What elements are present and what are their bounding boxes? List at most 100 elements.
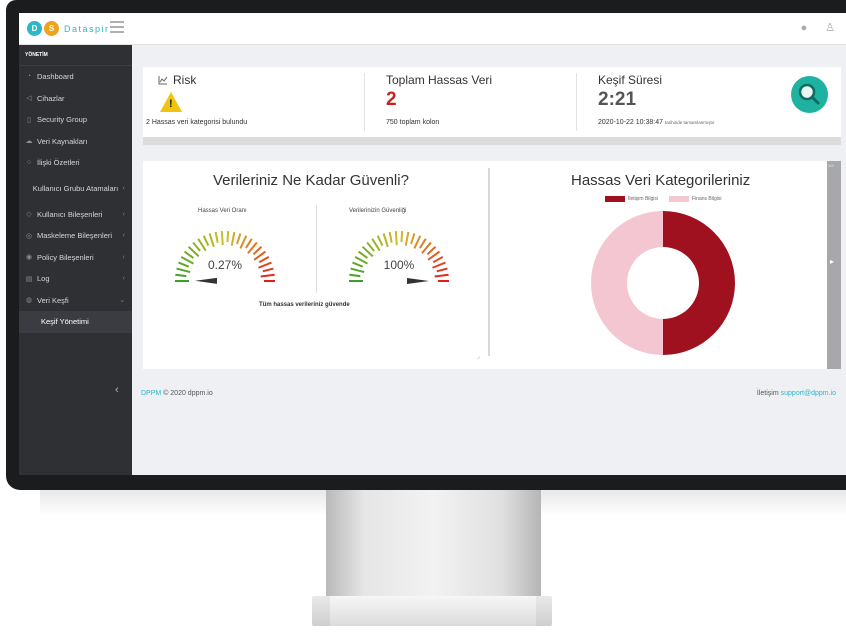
gauge-tick — [258, 256, 270, 264]
sidebar-item-label: İlişki Özetleri — [37, 158, 80, 168]
gauge-tick — [419, 238, 427, 249]
gauge-tick — [258, 261, 272, 269]
gauge-tick — [226, 231, 230, 243]
gauge-tick — [413, 235, 422, 249]
settings-icon[interactable]: ● — [798, 22, 810, 34]
gauge-tick — [208, 233, 215, 248]
gauge-tick — [376, 235, 384, 247]
gauge-tick — [262, 267, 274, 273]
gauge-tick — [410, 233, 416, 245]
desktop-scene: D S Dataspir ● ♙ YÖNETİM ◔ Dashboard ◁ Cih… — [0, 0, 846, 636]
sidebar-item-label: Kullanıcı Grubu Atamaları — [32, 184, 119, 193]
total-sensitive-card: Toplam Hassas Veri 2 750 toplam kolon — [364, 67, 576, 137]
sidebar-item-veri-kaynaklari[interactable]: ☁ Veri Kaynakları — [19, 131, 132, 153]
brand-name: Dataspir — [64, 23, 110, 34]
app-logo[interactable]: D S Dataspir — [27, 21, 110, 36]
sidebar-item-security-group[interactable]: ▯ Security Group — [19, 109, 132, 131]
gauge-tick — [404, 231, 410, 246]
gauge-tick — [236, 233, 242, 245]
gauge-tick — [214, 231, 219, 243]
legend-swatch — [669, 196, 690, 202]
sidebar-item-veri-kesfi[interactable]: ◍ Veri Keşfi ⌄ — [19, 290, 132, 312]
menu-toggle-icon[interactable] — [110, 21, 124, 33]
resize-handle-icon[interactable]: ⌟ — [477, 353, 480, 360]
risk-description: 2 Hassas veri kategorisi bulundu — [146, 119, 248, 126]
risk-title: Risk — [173, 73, 197, 87]
gauge-tick — [382, 233, 389, 248]
gauge-divider — [316, 205, 317, 293]
discovery-note: tarihinde tamamlanmıştır — [664, 120, 715, 125]
gauge-value: 0.27% — [208, 258, 242, 272]
footer-copyright-text: © 2020 dppm.io — [163, 390, 213, 397]
sidebar-item-label: Log — [37, 274, 50, 284]
sidebar-item-maskeleme-bilesenleri[interactable]: ◎ Maskeleme Bileşenleri ‹ — [19, 225, 132, 247]
categories-donut-chart — [591, 211, 735, 355]
chart-line-icon — [158, 76, 168, 85]
gauge-tick — [436, 267, 448, 273]
gauge-tick — [230, 231, 236, 246]
chevron-left-icon: ‹ — [122, 275, 125, 283]
sidebar-item-label: Security Group — [37, 115, 88, 125]
gauge-tick — [178, 261, 190, 268]
sidebar-item-iliski-ozetleri[interactable]: ○ İlişki Özetleri — [19, 152, 132, 174]
carousel-next-strip[interactable]: 1/2 ▸ — [827, 161, 841, 369]
total-sensitive-title: Toplam Hassas Veri — [386, 73, 493, 87]
lock-icon: ▯ — [27, 116, 31, 124]
logo-letter-s: S — [44, 21, 59, 36]
gauge-tick — [366, 241, 375, 252]
discovery-time-value: 2:21 — [598, 89, 637, 110]
user-icon[interactable]: ♙ — [824, 22, 836, 34]
sidebar-item-label: Maskeleme Bileşenleri — [37, 231, 113, 241]
monitor-stand-foot — [330, 596, 536, 626]
sidebar-header: YÖNETİM — [19, 45, 132, 66]
carousel-pager: 1/2 — [828, 163, 834, 168]
sidebar-item-dashboard[interactable]: ◔ Dashboard — [19, 66, 132, 88]
security-gauge: 100% — [349, 231, 449, 284]
main-content: Risk ! 2 Hassas veri kategorisi bulundu … — [132, 45, 846, 475]
categories-title: Hassas Veri Kategorileriniz — [571, 172, 751, 189]
collapse-sidebar-icon[interactable]: ‹ — [115, 384, 119, 396]
sidebar: YÖNETİM ◔ Dashboard ◁ Cihazlar ▯ Security G… — [19, 45, 132, 475]
sidebar-item-policy-bilesenleri[interactable]: ◉ Policy Bileşenleri ‹ — [19, 247, 132, 269]
discovery-search-button[interactable] — [791, 76, 828, 113]
sidebar-item-cihazlar[interactable]: ◁ Cihazlar — [19, 88, 132, 110]
footer-brand-link[interactable]: DPPM — [141, 390, 161, 397]
gauge-label: Hassas Veri Oranı — [198, 208, 247, 214]
shield-icon: ◇ — [26, 211, 32, 219]
divider — [576, 73, 577, 131]
gauge-tick — [202, 235, 210, 247]
sidebar-item-kullanici-bilesenleri[interactable]: ◇ Kullanıcı Bileşenleri ‹ — [19, 204, 132, 226]
gauge-tick — [394, 231, 398, 246]
top-bar-actions: ● ♙ — [798, 22, 836, 34]
sidebar-item-kesif-yonetimi[interactable]: Keşif Yönetimi — [19, 311, 132, 333]
risk-card: Risk ! 2 Hassas veri kategorisi bulundu — [143, 67, 364, 137]
log-icon: ▤ — [25, 275, 33, 283]
send-icon: ◁ — [26, 95, 32, 103]
discovery-completed-text: 2020-10-22 10:38:47 tarihinde tamamlanmı… — [598, 119, 714, 126]
footer-contact: İletişim support@dppm.io — [757, 390, 836, 397]
chevron-left-icon: ‹ — [122, 232, 125, 240]
gauge-tick — [239, 235, 248, 249]
logo-letter-d: D — [27, 21, 42, 36]
gauge-tick — [349, 273, 361, 278]
legend-label: İletişim Bilgisi — [628, 196, 659, 202]
top-bar: D S Dataspir ● ♙ — [19, 13, 846, 45]
sidebar-item-kullanici-grubu[interactable]: Kullanıcı Grubu Atamaları ‹ — [19, 174, 132, 204]
gauge-tick — [400, 231, 404, 243]
donut-slice[interactable] — [591, 211, 663, 355]
donut-slice[interactable] — [663, 211, 735, 355]
sidebar-item-label: Veri Kaynakları — [37, 136, 88, 146]
sensitive-ratio-gauge: 0.27% — [175, 231, 275, 284]
sidebar-item-label: Veri Keşfi — [37, 295, 69, 305]
footer-contact-link[interactable]: support@dppm.io — [781, 390, 836, 397]
gauge-tick — [175, 273, 187, 278]
monitor-bezel: D S Dataspir ● ♙ YÖNETİM ◔ Dashboard ◁ Cih… — [6, 0, 846, 490]
sidebar-item-label: Kullanıcı Bileşenleri — [37, 209, 103, 219]
total-columns: 750 toplam kolon — [386, 119, 440, 126]
search-icon — [798, 83, 820, 105]
gauge-label: Verilerinizin Güvenliği — [349, 208, 407, 214]
sidebar-item-log[interactable]: ▤ Log ‹ — [19, 268, 132, 290]
gauge-tick — [260, 273, 275, 278]
gauge-tick — [357, 250, 369, 259]
footer-contact-label: İletişim — [756, 390, 779, 397]
